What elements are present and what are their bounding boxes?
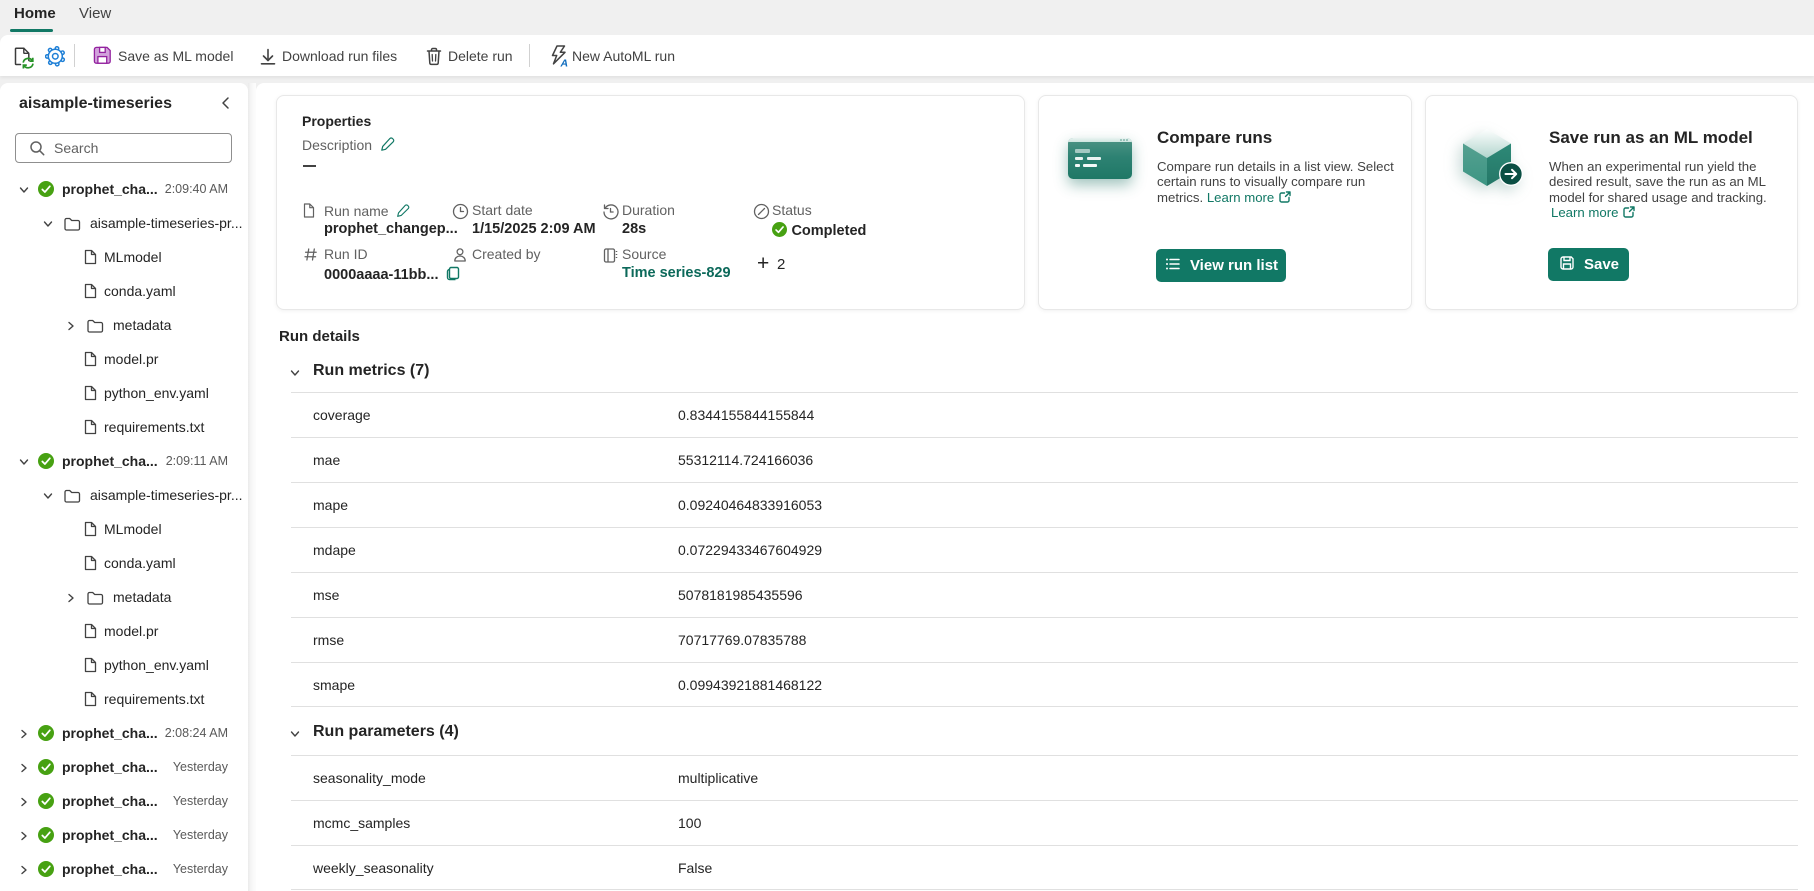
svg-text:A: A [560, 58, 569, 69]
